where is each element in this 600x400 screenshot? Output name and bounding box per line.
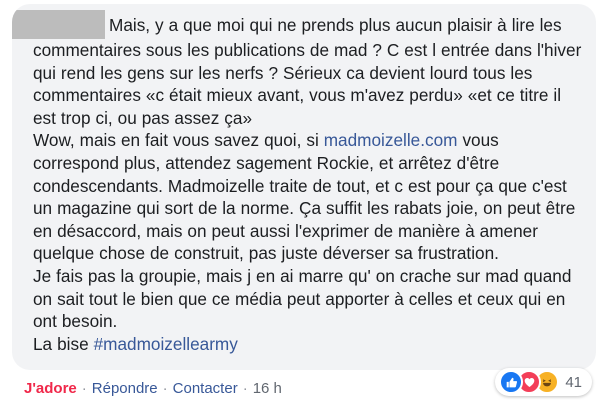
- madmoizelle-link[interactable]: madmoizelle.com: [324, 130, 458, 150]
- contact-button[interactable]: Contacter: [173, 380, 238, 397]
- comment-bubble: Mais, y a que moi qui ne prends plus auc…: [12, 4, 596, 370]
- separator: ·: [81, 380, 87, 397]
- timestamp[interactable]: 16 h: [253, 380, 282, 397]
- author-name-redacted[interactable]: [12, 10, 105, 39]
- separator: ·: [162, 380, 168, 397]
- comment-actions: J'adore · Répondre · Contacter · 16 h: [24, 380, 282, 397]
- love-reaction-button[interactable]: J'adore: [24, 380, 77, 397]
- comment: Mais, y a que moi qui ne prends plus auc…: [0, 0, 600, 400]
- comment-text-part-2: vous correspond plus, attendez sagement …: [33, 130, 576, 354]
- reaction-count: 41: [565, 373, 582, 391]
- reply-button[interactable]: Répondre: [92, 380, 158, 397]
- reactions-summary[interactable]: 41: [495, 368, 592, 396]
- separator: ·: [242, 380, 248, 397]
- hashtag-link[interactable]: #madmoizellearmy: [94, 334, 238, 354]
